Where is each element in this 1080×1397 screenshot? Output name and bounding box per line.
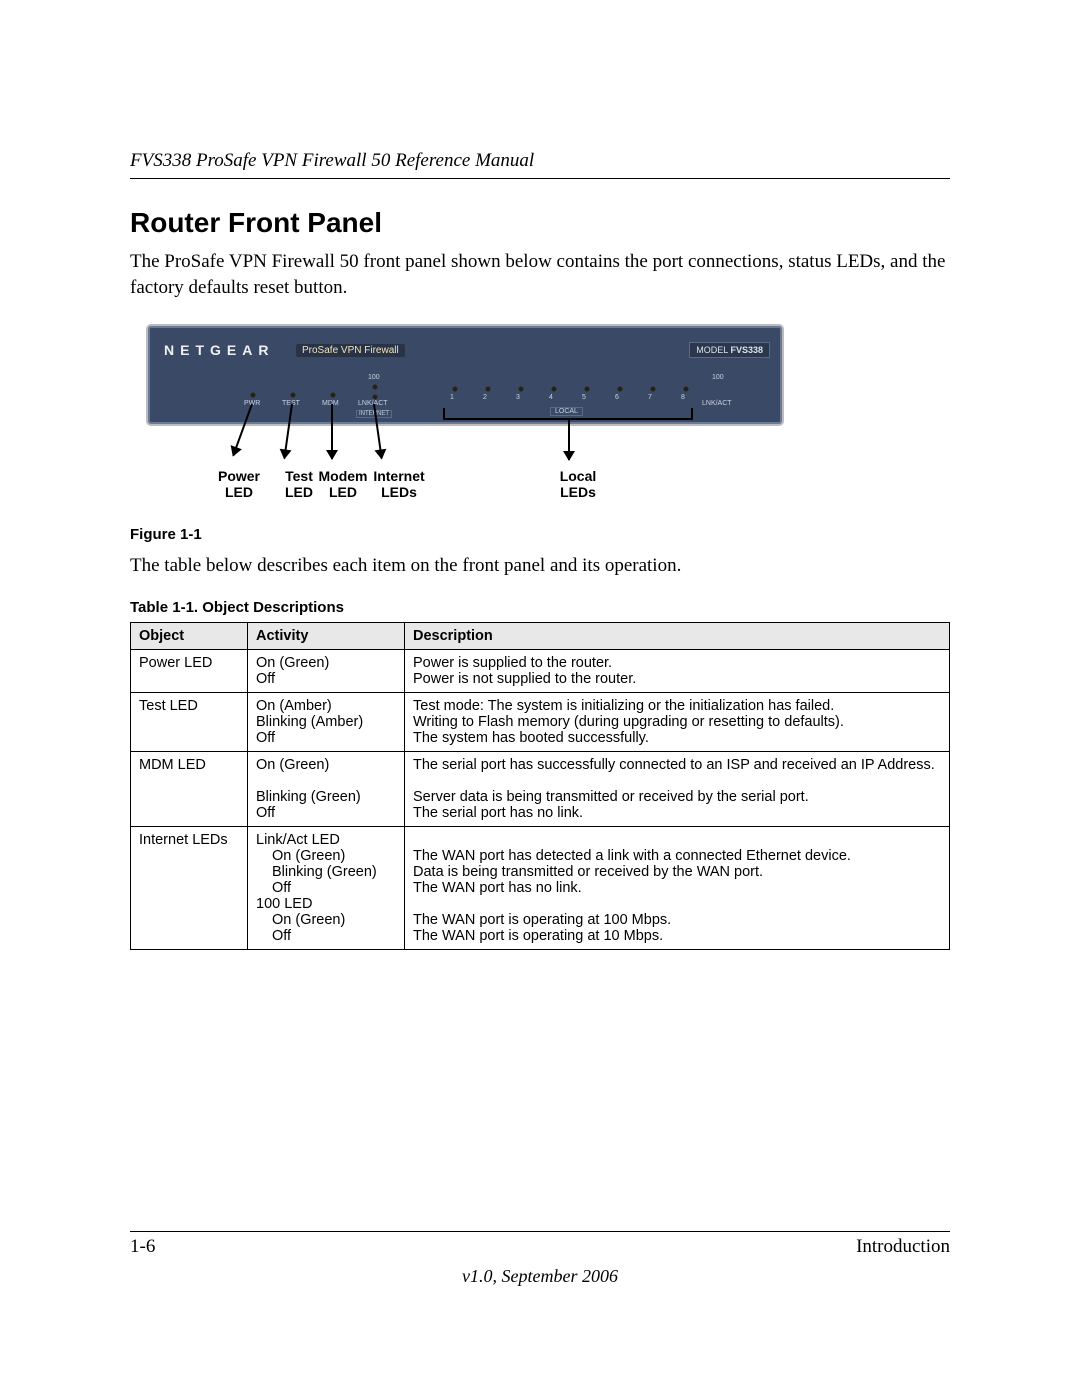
port-7-led-icon (650, 386, 656, 392)
hundred-label: 100 (368, 374, 380, 381)
product-label: ProSafe VPN Firewall (296, 344, 405, 357)
cell-description: The WAN port has detected a link with a … (405, 826, 950, 949)
port-6-led-icon (617, 386, 623, 392)
th-object: Object (131, 622, 248, 649)
object-descriptions-table: Object Activity Description Power LEDOn … (130, 622, 950, 950)
port-6-label: 6 (615, 394, 619, 401)
table-row: Test LEDOn (Amber)Blinking (Amber)OffTes… (131, 692, 950, 751)
router-front-panel-image: NETGEAR ProSafe VPN Firewall MODEL FVS33… (148, 326, 782, 424)
cell-object: Power LED (131, 649, 248, 692)
brand-logo: NETGEAR (164, 342, 274, 358)
cell-activity: On (Amber)Blinking (Amber)Off (248, 692, 405, 751)
callout-power: Power LED (204, 468, 274, 500)
chapter-name: Introduction (856, 1236, 950, 1258)
pwr-led-icon (250, 392, 256, 398)
arrow-local (568, 418, 570, 460)
table-row: MDM LEDOn (Green)Blinking (Green)OffThe … (131, 751, 950, 826)
th-description: Description (405, 622, 950, 649)
table-row: Internet LEDsLink/Act LEDOn (Green)Blink… (131, 826, 950, 949)
cell-description: Power is supplied to the router.Power is… (405, 649, 950, 692)
port-7-label: 7 (648, 394, 652, 401)
port-1-label: 1 (450, 394, 454, 401)
port-8-label: 8 (681, 394, 685, 401)
port-4-led-icon (551, 386, 557, 392)
table-header-row: Object Activity Description (131, 622, 950, 649)
callout-local: Local LEDs (548, 468, 608, 500)
port-4-label: 4 (549, 394, 553, 401)
figure-router-front-panel: NETGEAR ProSafe VPN Firewall MODEL FVS33… (130, 326, 950, 514)
port-1-led-icon (452, 386, 458, 392)
intro-paragraph: The ProSafe VPN Firewall 50 front panel … (130, 249, 950, 300)
cell-activity: On (Green)Off (248, 649, 405, 692)
cell-object: MDM LED (131, 751, 248, 826)
cell-activity: Link/Act LEDOn (Green)Blinking (Green)Of… (248, 826, 405, 949)
mdm-led-icon (330, 392, 336, 398)
cell-object: Internet LEDs (131, 826, 248, 949)
footer-rule (130, 1231, 950, 1232)
port-5-label: 5 (582, 394, 586, 401)
port-3-led-icon (518, 386, 524, 392)
doc-version: v1.0, September 2006 (130, 1266, 950, 1287)
after-figure-paragraph: The table below describes each item on t… (130, 553, 950, 579)
page-number: 1-6 (130, 1236, 155, 1258)
port-8-led-icon (683, 386, 689, 392)
port-5-led-icon (584, 386, 590, 392)
table-row: Power LEDOn (Green)OffPower is supplied … (131, 649, 950, 692)
page-footer: 1-6 Introduction v1.0, September 2006 (130, 1231, 950, 1287)
cell-description: The serial port has successfully connect… (405, 751, 950, 826)
cell-activity: On (Green)Blinking (Green)Off (248, 751, 405, 826)
table-caption: Table 1-1. Object Descriptions (130, 599, 950, 616)
section-heading: Router Front Panel (130, 207, 950, 239)
page: FVS338 ProSafe VPN Firewall 50 Reference… (0, 0, 1080, 1397)
hundred-right-label: 100 (712, 374, 724, 381)
internet-100-led-icon (372, 384, 378, 390)
port-2-led-icon (485, 386, 491, 392)
arrow-modem (331, 404, 333, 459)
running-header: FVS338 ProSafe VPN Firewall 50 Reference… (130, 150, 950, 172)
cell-description: Test mode: The system is initializing or… (405, 692, 950, 751)
port-2-label: 2 (483, 394, 487, 401)
model-label: MODEL FVS338 (689, 342, 770, 358)
figure-annotations: Power LED Test LED Modem LED Internet LE… (148, 424, 778, 514)
cell-object: Test LED (131, 692, 248, 751)
local-box-label: LOCAL (550, 407, 583, 416)
callout-internet: Internet LEDs (364, 468, 434, 500)
th-activity: Activity (248, 622, 405, 649)
test-led-icon (290, 392, 296, 398)
figure-caption: Figure 1-1 (130, 526, 950, 543)
lnkact-right-label: LNK/ACT (702, 400, 732, 407)
port-3-label: 3 (516, 394, 520, 401)
header-rule (130, 178, 950, 179)
